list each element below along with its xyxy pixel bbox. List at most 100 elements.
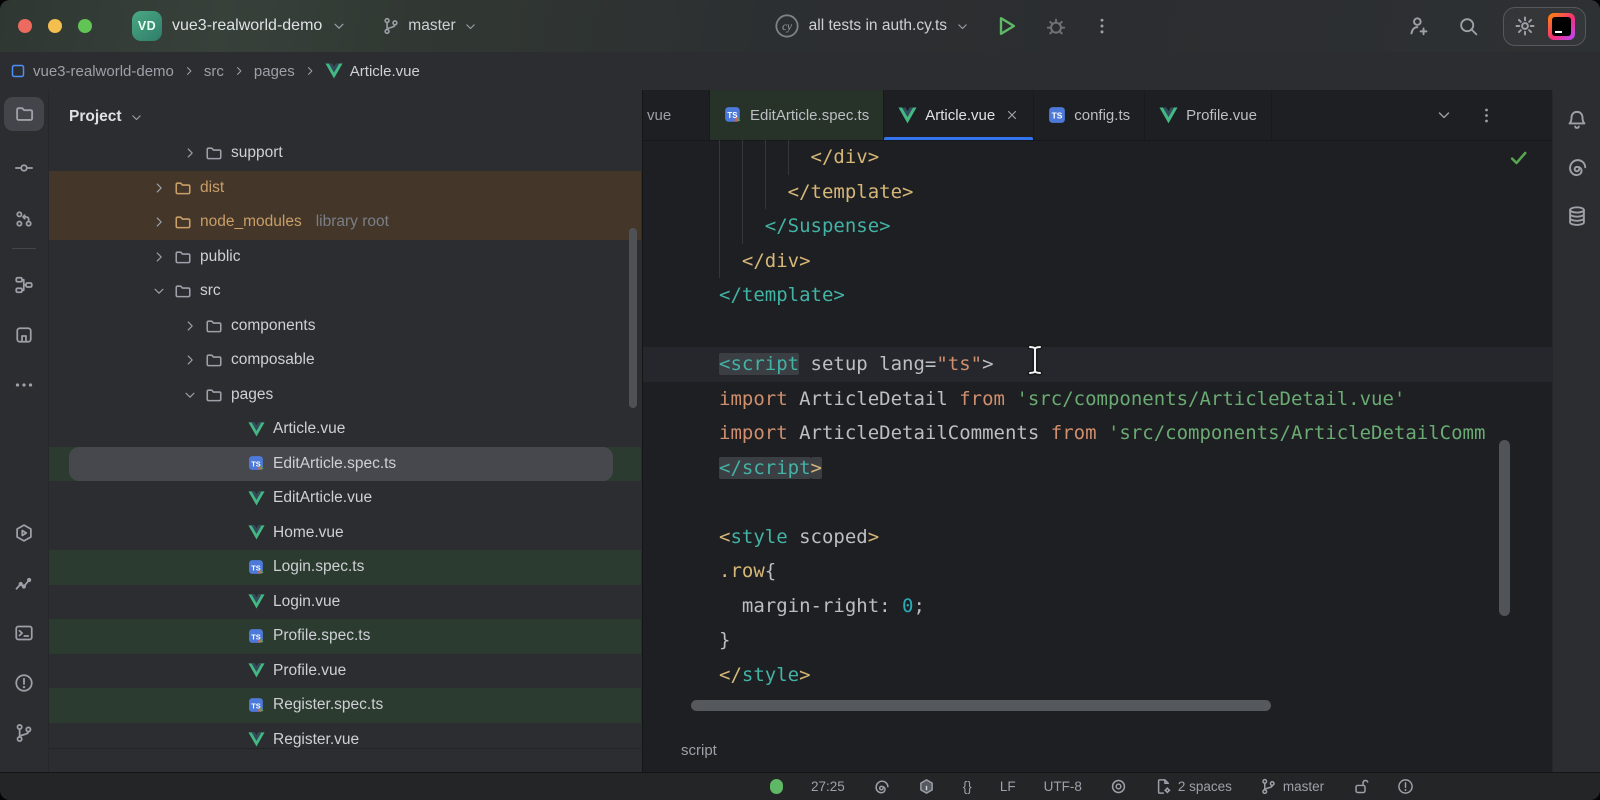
- tree-row-EditArticle.vue[interactable]: EditArticle.vue: [49, 481, 641, 516]
- chevron-right-icon[interactable]: [183, 146, 197, 160]
- notifications-button[interactable]: [1563, 106, 1591, 134]
- tool-button-commit[interactable]: [4, 151, 44, 185]
- project-widget[interactable]: VD vue3-realworld-demo: [128, 7, 356, 45]
- tool-button-bookmarks[interactable]: [4, 318, 44, 352]
- statusbar-caret-position[interactable]: 27:25: [803, 779, 853, 794]
- chevron-right-icon[interactable]: [183, 353, 197, 367]
- chevron-right-icon[interactable]: [152, 215, 166, 229]
- breadcrumb-item[interactable]: Article.vue: [325, 63, 420, 80]
- tree-row-Profile.vue[interactable]: Profile.vue: [49, 654, 641, 689]
- project-panel-header[interactable]: Project: [49, 90, 641, 132]
- more-actions-button[interactable]: [1093, 17, 1111, 35]
- tree-row-Profile.spec.ts[interactable]: TSProfile.spec.ts: [49, 619, 641, 654]
- close-tab-icon[interactable]: [1005, 108, 1019, 122]
- code-line[interactable]: <style scoped>: [643, 520, 1553, 555]
- search-everywhere-button[interactable]: [1458, 16, 1479, 37]
- chevron-down-icon[interactable]: [152, 284, 166, 298]
- tree-row-Register.vue[interactable]: Register.vue: [49, 723, 641, 750]
- code-editor[interactable]: </div> </template> </Suspense> </div></t…: [643, 140, 1553, 728]
- tree-row-src[interactable]: src: [49, 274, 641, 309]
- statusbar-encoding[interactable]: UTF-8: [1036, 779, 1090, 794]
- tree-row-Login.spec.ts[interactable]: TSLogin.spec.ts: [49, 550, 641, 585]
- tool-button-vcs[interactable]: [4, 202, 44, 236]
- editor-vertical-scrollbar[interactable]: [1499, 440, 1510, 616]
- editor-horizontal-scrollbar[interactable]: [691, 700, 1271, 711]
- code-line[interactable]: <script setup lang="ts">: [643, 347, 1553, 382]
- code-line[interactable]: .row{: [643, 554, 1553, 589]
- tree-row-pages[interactable]: pages: [49, 378, 641, 413]
- tree-row-components[interactable]: components: [49, 309, 641, 344]
- tab-options-icon[interactable]: [1478, 107, 1495, 124]
- inspections-ok-icon[interactable]: [1509, 148, 1529, 168]
- tool-button-structure[interactable]: [4, 268, 44, 302]
- tree-row-EditArticle.spec.ts[interactable]: TSEditArticle.spec.ts: [49, 447, 641, 482]
- code-line[interactable]: [643, 313, 1553, 348]
- tool-button-profiler[interactable]: [4, 566, 44, 600]
- statusbar-hexagon-service[interactable]: [910, 778, 943, 795]
- chevron-down-icon[interactable]: [183, 388, 197, 402]
- statusbar-ai-assistant[interactable]: [865, 778, 898, 795]
- run-button[interactable]: [995, 14, 1019, 38]
- tree-row-Article.vue[interactable]: Article.vue: [49, 412, 641, 447]
- tool-button-services[interactable]: [4, 516, 44, 550]
- code-line[interactable]: </div>: [643, 140, 1553, 175]
- tool-button-project[interactable]: [4, 97, 44, 131]
- close-window-button[interactable]: [18, 19, 32, 33]
- ide-badge[interactable]: [1548, 13, 1575, 40]
- breadcrumb-script[interactable]: script: [681, 742, 717, 759]
- tab-EditArticle.spec.ts[interactable]: TSEditArticle.spec.ts: [710, 90, 884, 140]
- code-line[interactable]: </script>: [643, 451, 1553, 486]
- statusbar-indent-config[interactable]: 2 spaces: [1147, 778, 1240, 795]
- tree-row-support[interactable]: support: [49, 136, 641, 171]
- code-line[interactable]: </template>: [643, 175, 1553, 210]
- branch-widget[interactable]: master: [382, 17, 476, 35]
- tab-Article.vue[interactable]: Article.vue: [884, 90, 1034, 140]
- tool-button-more[interactable]: [4, 368, 44, 402]
- project-tree-scrollbar[interactable]: [629, 228, 637, 408]
- tab-config.ts[interactable]: TSconfig.ts: [1034, 90, 1145, 140]
- tab-Profile.vue[interactable]: Profile.vue: [1145, 90, 1272, 140]
- chevron-right-icon[interactable]: [152, 181, 166, 195]
- statusbar-line-separator[interactable]: LF: [992, 779, 1024, 794]
- statusbar-reader-mode[interactable]: [1102, 778, 1135, 795]
- code-with-me-button[interactable]: [1408, 15, 1430, 37]
- tree-row-dist[interactable]: dist: [49, 171, 641, 206]
- tree-row-Register.spec.ts[interactable]: TSRegister.spec.ts: [49, 688, 641, 723]
- breadcrumb-item[interactable]: vue3-realworld-demo: [10, 63, 174, 80]
- code-line[interactable]: import ArticleDetail from 'src/component…: [643, 382, 1553, 417]
- code-line[interactable]: </Suspense>: [643, 209, 1553, 244]
- tree-row-composable[interactable]: composable: [49, 343, 641, 378]
- tab-partial[interactable]: vue: [643, 90, 710, 140]
- statusbar-status-dot[interactable]: [762, 779, 791, 794]
- statusbar-git-branch[interactable]: master: [1252, 778, 1332, 795]
- database-button[interactable]: [1563, 202, 1591, 230]
- tree-row-node_modules[interactable]: node_moduleslibrary root: [49, 205, 641, 240]
- chevron-right-icon[interactable]: [152, 250, 166, 264]
- code-line[interactable]: import ArticleDetailComments from 'src/c…: [643, 416, 1553, 451]
- code-line[interactable]: }: [643, 623, 1553, 658]
- code-line[interactable]: margin-right: 0;: [643, 589, 1553, 624]
- gear-icon[interactable]: [1514, 15, 1536, 37]
- tool-button-git[interactable]: [4, 716, 44, 750]
- code-line[interactable]: </template>: [643, 278, 1553, 313]
- tree-row-Home.vue[interactable]: Home.vue: [49, 516, 641, 551]
- breadcrumb-item[interactable]: src: [204, 63, 224, 80]
- statusbar-code-style[interactable]: {}: [955, 779, 980, 794]
- editor-breadcrumbs[interactable]: script: [643, 728, 1553, 772]
- code-line[interactable]: </div>: [643, 244, 1553, 279]
- ai-assistant-button[interactable]: [1563, 153, 1591, 181]
- tree-row-Login.vue[interactable]: Login.vue: [49, 585, 641, 620]
- debug-button[interactable]: [1045, 15, 1067, 37]
- zoom-window-button[interactable]: [78, 19, 92, 33]
- code-line[interactable]: </style>: [643, 658, 1553, 693]
- run-configuration[interactable]: cy all tests in auth.cy.ts: [774, 13, 969, 39]
- code-line[interactable]: [643, 485, 1553, 520]
- statusbar-inspections[interactable]: [1389, 778, 1422, 795]
- tool-button-problems[interactable]: [4, 666, 44, 700]
- tool-button-terminal[interactable]: [4, 616, 44, 650]
- tab-list-dropdown-icon[interactable]: [1436, 107, 1452, 123]
- breadcrumb-item[interactable]: pages: [254, 63, 295, 80]
- minimize-window-button[interactable]: [48, 19, 62, 33]
- statusbar-lock[interactable]: [1344, 778, 1377, 795]
- tree-row-public[interactable]: public: [49, 240, 641, 275]
